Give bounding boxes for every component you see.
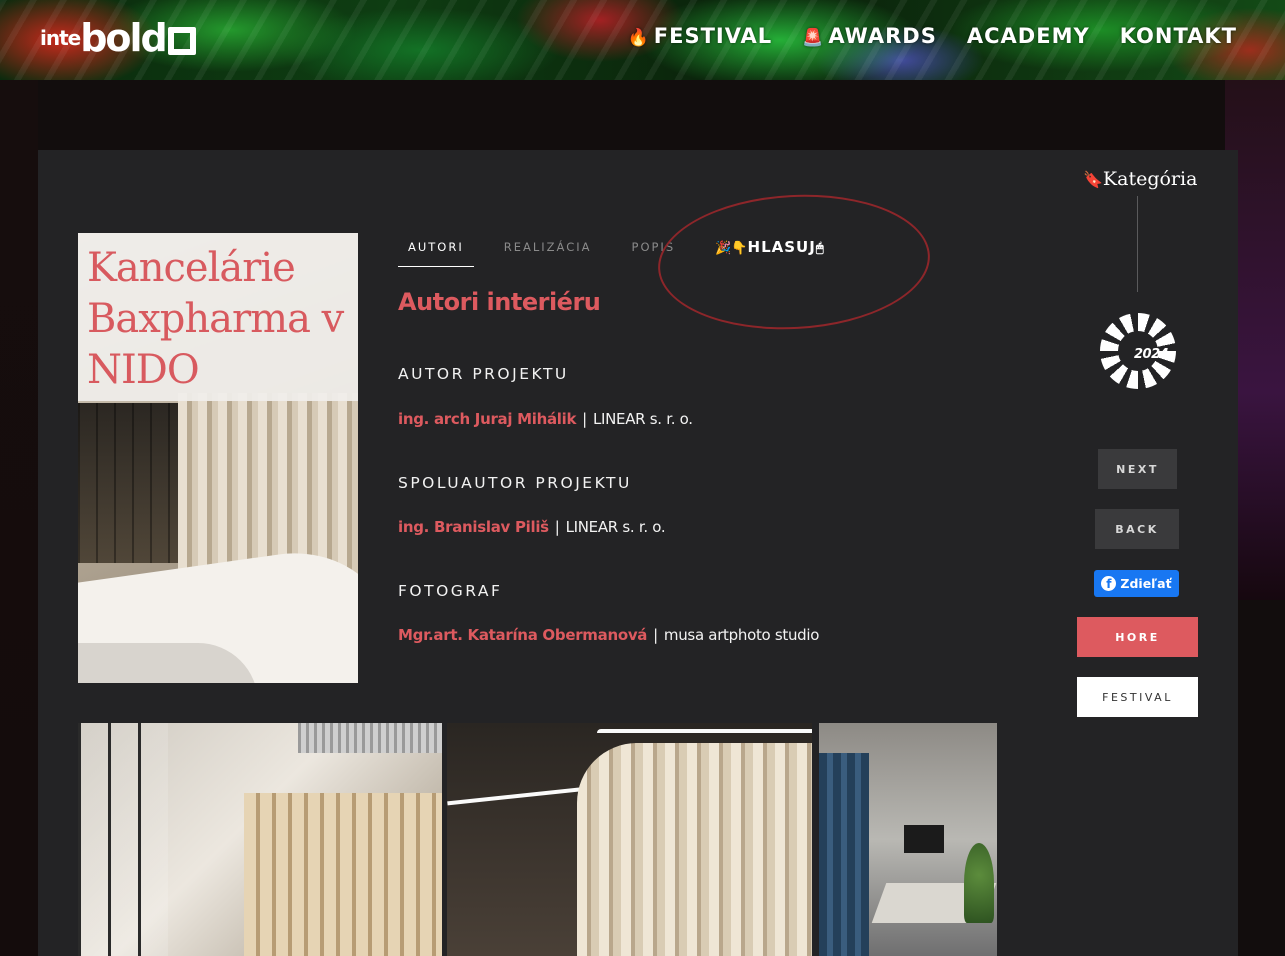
back-button[interactable]: BACK bbox=[1095, 509, 1179, 549]
section-heading: Autori interiéru bbox=[398, 288, 601, 316]
credit-role: SPOLUAUTOR PROJEKTU bbox=[398, 474, 632, 492]
main-nav: 🔥 FESTIVAL 🚨 AWARDS ACADEMY KONTAKT bbox=[628, 24, 1237, 48]
siren-icon: 🚨 bbox=[802, 28, 825, 48]
logo-prefix: inte bbox=[40, 26, 81, 50]
nav-awards[interactable]: 🚨 AWARDS bbox=[802, 24, 937, 48]
badge-year: 2024 bbox=[1134, 347, 1169, 362]
nav-kontakt[interactable]: KONTAKT bbox=[1120, 24, 1237, 48]
credit-company: LINEAR s. r. o. bbox=[592, 410, 693, 428]
credit-person-link[interactable]: Mgr.art. Katarína Obermanová bbox=[398, 626, 647, 644]
facebook-icon: f bbox=[1101, 576, 1117, 591]
credit-role: FOTOGRAF bbox=[398, 582, 503, 600]
credit-role: AUTOR PROJEKTU bbox=[398, 365, 569, 383]
site-header: intebold 🔥 FESTIVAL 🚨 AWARDS ACADEMY KONTA… bbox=[0, 0, 1285, 80]
category-label[interactable]: 🔖Kategória bbox=[1083, 168, 1197, 190]
project-hero-image: Kancelárie Baxpharma v NIDO bbox=[78, 233, 358, 683]
logo-square-icon bbox=[167, 26, 196, 55]
credit-person-link[interactable]: ing. Branislav Piliš bbox=[398, 518, 549, 536]
divider-line bbox=[1137, 196, 1138, 292]
credit-line: Mgr.art. Katarína Obermanová | musa artpho… bbox=[398, 626, 820, 644]
project-title: Kancelárie Baxpharma v NIDO bbox=[87, 245, 344, 393]
credit-company: musa artphoto studio bbox=[663, 626, 820, 644]
nav-festival[interactable]: 🔥 FESTIVAL bbox=[628, 24, 773, 48]
festival-button[interactable]: FESTIVAL bbox=[1077, 677, 1198, 717]
next-button[interactable]: NEXT bbox=[1098, 449, 1177, 489]
credit-line: ing. arch Juraj Mihálik | LINEAR s. r. o. bbox=[398, 410, 693, 428]
gallery-photo[interactable] bbox=[78, 723, 442, 956]
scroll-top-button[interactable]: HORE bbox=[1077, 617, 1198, 657]
credit-line: ing. Branislav Piliš | LINEAR s. r. o. bbox=[398, 518, 666, 536]
background-left bbox=[0, 80, 38, 956]
tab-autori[interactable]: AUTORI bbox=[398, 232, 474, 267]
gallery-photo[interactable] bbox=[447, 723, 812, 956]
fire-icon: 🔥 bbox=[627, 28, 650, 48]
credit-company: LINEAR s. r. o. bbox=[565, 518, 666, 536]
logo-word: bold bbox=[80, 16, 168, 60]
site-logo[interactable]: intebold bbox=[40, 14, 196, 62]
tab-realizacia[interactable]: REALIZÁCIA bbox=[504, 232, 592, 266]
credit-person-link[interactable]: ing. arch Juraj Mihálik bbox=[398, 410, 576, 428]
gallery-photo[interactable] bbox=[819, 723, 997, 956]
bookmark-icon: 🔖 bbox=[1083, 170, 1103, 189]
facebook-share-button[interactable]: f Zdieľať bbox=[1094, 570, 1179, 597]
festival-2024-badge-icon: 2024 bbox=[1100, 313, 1176, 389]
nav-academy[interactable]: ACADEMY bbox=[967, 24, 1090, 48]
